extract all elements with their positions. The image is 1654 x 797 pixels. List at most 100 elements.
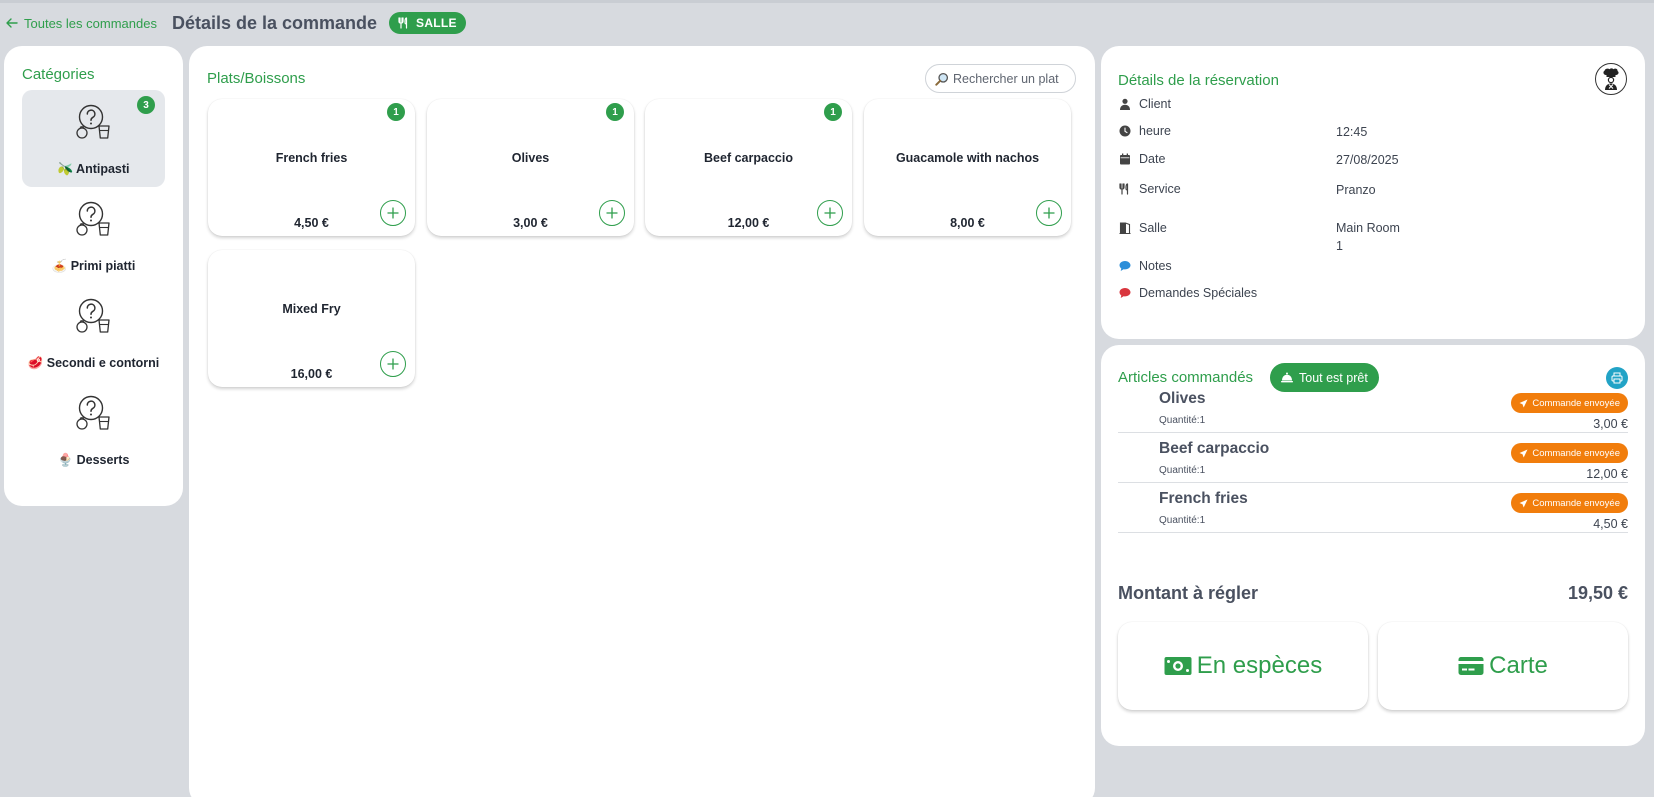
back-link-label: Toutes les commandes bbox=[24, 15, 157, 31]
room-value: Main Room 1 bbox=[1336, 219, 1400, 255]
add-dish-button[interactable] bbox=[380, 200, 406, 226]
order-status-badge: Commande envoyée bbox=[1511, 493, 1628, 513]
time-label: heure bbox=[1139, 124, 1171, 138]
category-primi-piatti[interactable]: 🍝 Primi piatti bbox=[22, 187, 165, 284]
order-item-name: Olives bbox=[1159, 390, 1206, 407]
dishes-panel: Plats/Boissons 1 French fries 4,50 € 1 O… bbox=[189, 46, 1095, 797]
cloche-icon bbox=[1281, 372, 1293, 383]
order-item-name: French fries bbox=[1159, 490, 1248, 507]
add-dish-button[interactable] bbox=[817, 200, 843, 226]
chef-icon[interactable] bbox=[1595, 63, 1627, 95]
magnifier-icon bbox=[935, 72, 949, 86]
dish-card-mixed-fry[interactable]: Mixed Fry 16,00 € bbox=[208, 250, 415, 387]
order-item-french-fries: French fries Quantité:1 Commande envoyée… bbox=[1118, 484, 1628, 533]
table-number: 1 bbox=[1336, 239, 1343, 253]
plus-icon bbox=[606, 207, 618, 219]
paper-plane-icon bbox=[1519, 449, 1528, 457]
user-icon bbox=[1118, 97, 1132, 111]
chat-bubble-icon bbox=[1118, 286, 1132, 300]
banknote-icon bbox=[1164, 657, 1192, 675]
order-item-quantity: Quantité:1 bbox=[1159, 415, 1206, 426]
page-header: Toutes les commandes Détails de la comma… bbox=[0, 8, 466, 38]
order-item-price: 12,00 € bbox=[1586, 467, 1628, 481]
pay-cash-button[interactable]: En espèces bbox=[1118, 622, 1368, 710]
add-dish-button[interactable] bbox=[1036, 200, 1062, 226]
unknown-dish-icon bbox=[75, 395, 113, 436]
dish-search-input[interactable] bbox=[953, 71, 1071, 86]
page-title: Détails de la commande bbox=[171, 12, 378, 33]
reservation-date-row: Date bbox=[1118, 152, 1165, 166]
category-label: 🫒 Antipasti bbox=[57, 162, 130, 176]
back-to-orders-link[interactable]: Toutes les commandes bbox=[6, 16, 157, 31]
ordered-items-panel: Articles commandés Tout est prêt Olives … bbox=[1101, 345, 1645, 746]
category-count-badge: 3 bbox=[137, 96, 155, 114]
reservation-client-row: Client bbox=[1118, 97, 1171, 111]
plus-icon bbox=[387, 207, 399, 219]
salle-badge-label: SALLE bbox=[416, 16, 457, 30]
unknown-dish-icon bbox=[75, 104, 113, 145]
add-dish-button[interactable] bbox=[599, 200, 625, 226]
salle-badge: SALLE bbox=[389, 12, 466, 34]
notes-label: Notes bbox=[1139, 259, 1172, 273]
dish-name: Beef carpaccio bbox=[704, 151, 793, 165]
reservation-service-row: Service bbox=[1118, 182, 1181, 196]
reservation-special-requests-row: Demandes Spéciales bbox=[1118, 286, 1257, 300]
service-value: Pranzo bbox=[1336, 183, 1376, 197]
calendar-icon bbox=[1118, 152, 1132, 166]
clock-icon bbox=[1118, 124, 1132, 138]
order-item-quantity: Quantité:1 bbox=[1159, 465, 1206, 476]
category-label: 🥩 Secondi e contorni bbox=[27, 356, 160, 370]
room-label: Salle bbox=[1139, 221, 1167, 235]
dish-name: Mixed Fry bbox=[282, 302, 341, 316]
reservation-room-row: Salle bbox=[1118, 221, 1167, 235]
chat-bubble-icon bbox=[1118, 259, 1132, 273]
dish-count-badge: 1 bbox=[606, 103, 624, 121]
total-due-label: Montant à régler bbox=[1118, 583, 1259, 603]
dish-card-olives[interactable]: 1 Olives 3,00 € bbox=[427, 99, 634, 236]
plus-icon bbox=[1043, 207, 1055, 219]
category-antipasti[interactable]: 3 🫒 Antipasti bbox=[22, 90, 165, 187]
order-status-label: Commande envoyée bbox=[1532, 497, 1620, 509]
dish-name: Olives bbox=[511, 151, 550, 165]
categories-title: Catégories bbox=[22, 66, 95, 83]
unknown-dish-icon bbox=[75, 298, 113, 339]
arrow-left-icon bbox=[6, 18, 18, 28]
add-dish-button[interactable] bbox=[380, 351, 406, 377]
category-label: 🍝 Primi piatti bbox=[51, 259, 136, 273]
service-label: Service bbox=[1139, 182, 1181, 196]
client-label: Client bbox=[1139, 97, 1171, 111]
unknown-dish-icon bbox=[75, 201, 113, 242]
category-secondi-e-contorni[interactable]: 🥩 Secondi e contorni bbox=[22, 284, 165, 381]
category-label: 🍨 Desserts bbox=[57, 453, 130, 467]
dish-card-beef-carpaccio[interactable]: 1 Beef carpaccio 12,00 € bbox=[645, 99, 852, 236]
order-item-price: 4,50 € bbox=[1593, 517, 1628, 531]
plus-icon bbox=[387, 358, 399, 370]
reservation-notes-row: Notes bbox=[1118, 259, 1172, 273]
dishes-title: Plats/Boissons bbox=[207, 70, 306, 87]
pay-cash-label: En espèces bbox=[1196, 652, 1323, 679]
order-item-price: 3,00 € bbox=[1593, 417, 1628, 431]
dish-card-guacamole-with-nachos[interactable]: Guacamole with nachos 8,00 € bbox=[864, 99, 1071, 236]
door-icon bbox=[1118, 221, 1132, 235]
paper-plane-icon bbox=[1519, 399, 1528, 407]
order-status-badge: Commande envoyée bbox=[1511, 443, 1628, 463]
all-ready-label: Tout est prêt bbox=[1299, 370, 1368, 385]
order-status-badge: Commande envoyée bbox=[1511, 393, 1628, 413]
order-item-beef-carpaccio: Beef carpaccio Quantité:1 Commande envoy… bbox=[1118, 434, 1628, 483]
category-desserts[interactable]: 🍨 Desserts bbox=[22, 381, 165, 478]
order-item-olives: Olives Quantité:1 Commande envoyée 3,00 … bbox=[1118, 384, 1628, 433]
dish-search-box[interactable] bbox=[925, 64, 1076, 93]
plus-icon bbox=[824, 207, 836, 219]
order-status-label: Commande envoyée bbox=[1532, 397, 1620, 409]
paper-plane-icon bbox=[1519, 499, 1528, 507]
dish-count-badge: 1 bbox=[387, 103, 405, 121]
dish-card-french-fries[interactable]: 1 French fries 4,50 € bbox=[208, 99, 415, 236]
pay-card-button[interactable]: Carte bbox=[1378, 622, 1628, 710]
order-item-name: Beef carpaccio bbox=[1159, 440, 1270, 457]
time-value: 12:45 bbox=[1336, 125, 1368, 139]
room-name: Main Room bbox=[1336, 221, 1400, 235]
top-edge-line bbox=[0, 0, 1654, 3]
date-label: Date bbox=[1139, 152, 1166, 166]
reservation-title: Détails de la réservation bbox=[1118, 72, 1279, 89]
special-requests-label: Demandes Spéciales bbox=[1139, 286, 1258, 300]
